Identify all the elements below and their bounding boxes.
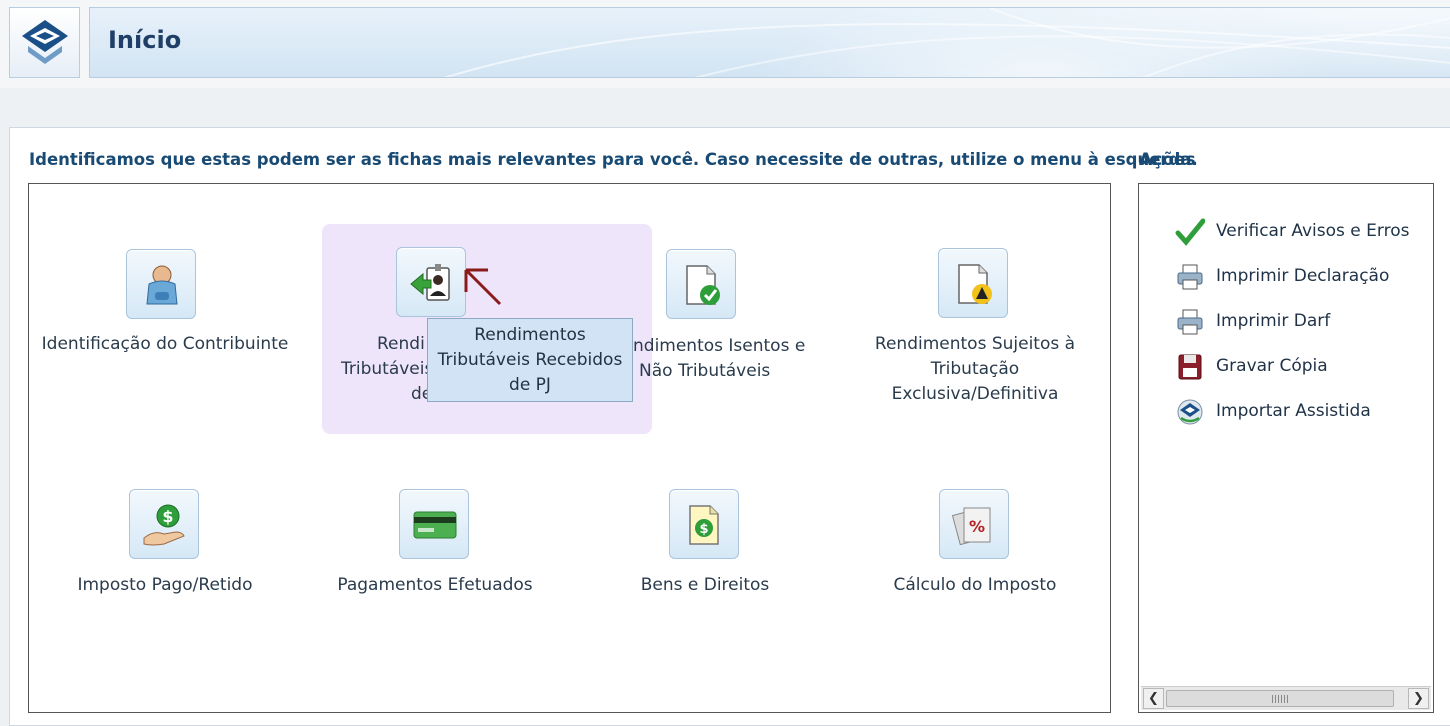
floppy-disk-icon: [1178, 354, 1202, 380]
tile-icon-box: $: [669, 489, 739, 559]
printer-icon: [1177, 264, 1203, 290]
hand-money-icon: $: [143, 504, 185, 546]
import-assist-icon: [1177, 399, 1203, 425]
action-label: Importar Assistida: [1216, 401, 1371, 421]
tile-bens-direitos[interactable]: $ Bens e Direitos: [570, 489, 840, 599]
tile-icon-box: [666, 249, 736, 319]
action-label: Gravar Cópia: [1216, 356, 1328, 376]
person-icon: [146, 265, 178, 305]
tile-label: Imposto Pago/Retido: [77, 575, 253, 595]
action-label: Imprimir Darf: [1216, 311, 1331, 331]
header-bar: Início: [89, 7, 1450, 78]
tile-label-fragment: Não Tributáveis: [639, 361, 771, 381]
scroll-right-button[interactable]: ❯: [1408, 688, 1429, 709]
tooltip: Rendimentos Tributáveis Recebidos de PJ: [427, 318, 633, 402]
annotation-arrow-icon: [464, 268, 502, 306]
scroll-thumb[interactable]: [1166, 690, 1394, 707]
tile-pagamentos-efetuados[interactable]: Pagamentos Efetuados: [300, 489, 570, 599]
tile-label: Identificação do Contribuinte: [41, 334, 289, 354]
tile-icon-box: [399, 489, 469, 559]
tile-imposto-pago[interactable]: $ Imposto Pago/Retido: [30, 489, 300, 599]
action-label: Verificar Avisos e Erros: [1216, 221, 1410, 241]
tile-icon-box: [938, 248, 1008, 318]
tile-identificacao[interactable]: Identificação do Contribuinte: [30, 249, 300, 389]
receita-logo-icon: [22, 20, 68, 64]
tile-label: Bens e Direitos: [640, 575, 770, 595]
tile-label: Rendimentos Sujeitos à Tributação Exclus…: [874, 334, 1076, 404]
scroll-left-button[interactable]: ❮: [1143, 688, 1164, 709]
svg-text:$: $: [162, 507, 173, 526]
document-money-icon: $: [689, 505, 719, 545]
scroll-grip-icon: [1272, 695, 1288, 703]
tile-label: Pagamentos Efetuados: [337, 575, 533, 595]
action-label: Imprimir Declaração: [1216, 266, 1390, 286]
checkmark-icon: [1175, 218, 1205, 246]
tile-label-fragment: ndimentos Isentos e: [633, 336, 806, 356]
tile-icon-box: $: [129, 489, 199, 559]
actions-horizontal-scrollbar[interactable]: ❮ ❯: [1141, 686, 1431, 710]
document-check-icon: [686, 265, 720, 305]
tile-rendimentos-sujeitos[interactable]: Rendimentos Sujeitos à Tributação Exclus…: [840, 248, 1110, 408]
svg-text:%: %: [969, 517, 985, 536]
tile-icon-box: [396, 247, 466, 317]
printer-icon: [1177, 309, 1203, 335]
tile-calculo-imposto[interactable]: % Cálculo do Imposto: [840, 489, 1110, 599]
tile-icon-box: [126, 249, 196, 319]
page-title: Início: [108, 26, 182, 54]
document-warning-icon: [958, 264, 992, 304]
svg-text:$: $: [699, 522, 708, 537]
actions-title: Ações: [1139, 150, 1196, 170]
tile-icon-box: %: [939, 489, 1009, 559]
percent-document-icon: %: [952, 507, 991, 546]
credit-card-icon: [413, 511, 457, 539]
tile-label: Cálculo do Imposto: [893, 575, 1057, 595]
intro-text: Identificamos que estas podem ser as fic…: [29, 150, 1198, 169]
receita-logo: [9, 7, 80, 78]
badge-person-arrow-icon: [410, 264, 450, 301]
